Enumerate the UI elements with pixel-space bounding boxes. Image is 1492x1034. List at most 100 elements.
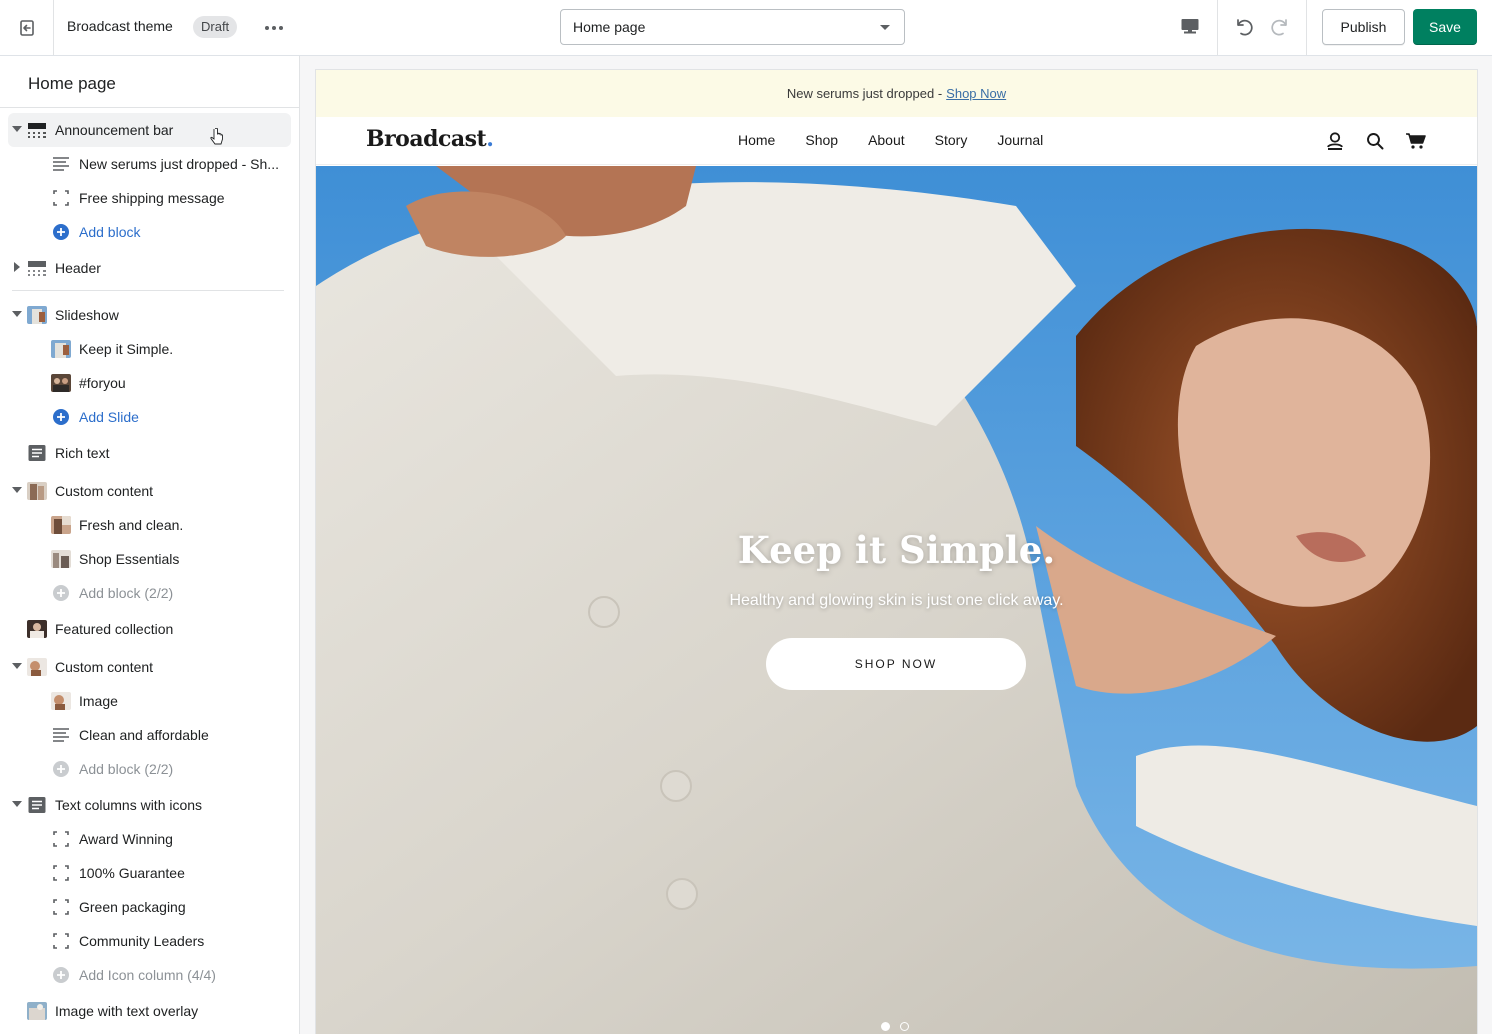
- exit-editor-button[interactable]: [0, 0, 54, 55]
- nav-item-home[interactable]: Home: [738, 132, 775, 148]
- section-label: Rich text: [55, 445, 110, 461]
- page-selector-value: Home page: [573, 19, 646, 35]
- block-label: Award Winning: [79, 831, 173, 847]
- store-logo[interactable]: Broadcast.: [366, 126, 494, 152]
- section-announcement-bar[interactable]: Announcement bar: [8, 113, 291, 147]
- plus-circle-icon: [53, 585, 69, 601]
- add-block-button-disabled: Add block (2/2): [0, 576, 299, 610]
- add-slide-button[interactable]: Add Slide: [0, 400, 299, 434]
- section-slideshow[interactable]: Slideshow: [0, 298, 299, 332]
- text-block-icon: [28, 797, 46, 813]
- block-frame-icon: [53, 190, 69, 206]
- toolbar-divider: [1306, 0, 1307, 55]
- cart-icon: [1406, 133, 1426, 149]
- section-label: Custom content: [55, 659, 154, 675]
- slide-dot-1[interactable]: [881, 1022, 890, 1031]
- block-frame-icon: [53, 865, 69, 881]
- chevron-down-icon[interactable]: [12, 487, 22, 493]
- nav-item-shop[interactable]: Shop: [805, 132, 838, 148]
- text-block-icon: [28, 445, 46, 461]
- status-badge: Draft: [193, 16, 238, 38]
- chevron-right-icon[interactable]: [14, 262, 20, 272]
- section-featured-collection[interactable]: Featured collection: [0, 612, 299, 646]
- main-nav: Home Shop About Story Journal: [738, 132, 1043, 148]
- section-header[interactable]: Header: [0, 251, 299, 285]
- block-item[interactable]: 100% Guarantee: [0, 856, 299, 890]
- block-item[interactable]: Fresh and clean.: [0, 508, 299, 542]
- block-item[interactable]: Image: [0, 684, 299, 718]
- plus-circle-icon: [53, 409, 69, 425]
- section-image-with-text-overlay[interactable]: Image with text overlay: [0, 994, 299, 1028]
- page-selector[interactable]: Home page: [560, 9, 905, 45]
- slide-dot-2[interactable]: [900, 1022, 909, 1031]
- section-custom-content[interactable]: Custom content: [0, 474, 299, 508]
- chevron-down-icon: [880, 25, 890, 30]
- more-actions-button[interactable]: [259, 14, 289, 42]
- block-label: Fresh and clean.: [79, 517, 184, 533]
- add-block-label: Add Icon column (4/4): [79, 967, 216, 983]
- block-label: Shop Essentials: [79, 551, 180, 567]
- nav-item-about[interactable]: About: [868, 132, 905, 148]
- block-label: Community Leaders: [79, 933, 205, 949]
- add-block-label: Add block (2/2): [79, 585, 174, 601]
- block-item[interactable]: Award Winning: [0, 822, 299, 856]
- divider: [0, 107, 299, 108]
- search-icon: [1367, 133, 1384, 150]
- chevron-down-icon[interactable]: [12, 801, 22, 807]
- shop-now-button[interactable]: SHOP NOW: [766, 638, 1026, 690]
- undo-button[interactable]: [1228, 10, 1260, 44]
- add-block-button-disabled: Add Icon column (4/4): [0, 958, 299, 992]
- publish-button[interactable]: Publish: [1322, 9, 1405, 45]
- block-item[interactable]: New serums just dropped - Sh...: [0, 147, 299, 181]
- section-rich-text[interactable]: Rich text: [0, 436, 299, 470]
- text-lines-icon: [53, 157, 69, 171]
- block-label: New serums just dropped - Sh...: [79, 156, 279, 172]
- account-icon: [1327, 132, 1343, 150]
- slide-item[interactable]: #foryou: [0, 366, 299, 400]
- block-item[interactable]: Green packaging: [0, 890, 299, 924]
- slide-thumbnail: [51, 340, 71, 358]
- slide-item[interactable]: Keep it Simple.: [0, 332, 299, 366]
- slide-label: #foryou: [79, 375, 126, 391]
- plus-circle-icon: [53, 224, 69, 240]
- section-label: Image with text overlay: [55, 1003, 199, 1019]
- add-block-button[interactable]: Add block: [0, 215, 299, 249]
- block-item[interactable]: Community Leaders: [0, 924, 299, 958]
- redo-icon: [1271, 19, 1287, 36]
- chevron-down-icon[interactable]: [12, 311, 22, 317]
- block-item[interactable]: Shop Essentials: [0, 542, 299, 576]
- image-overlay-thumbnail: [27, 1002, 47, 1020]
- save-button[interactable]: Save: [1413, 9, 1477, 45]
- block-item[interactable]: Free shipping message: [0, 181, 299, 215]
- block-item[interactable]: Clean and affordable: [0, 718, 299, 752]
- search-button[interactable]: [1365, 131, 1385, 151]
- cart-button[interactable]: [1405, 131, 1427, 151]
- redo-button[interactable]: [1264, 10, 1296, 44]
- nav-item-story[interactable]: Story: [935, 132, 968, 148]
- device-preview-button[interactable]: [1170, 10, 1210, 44]
- featured-collection-thumbnail: [27, 620, 47, 638]
- plus-circle-icon: [53, 761, 69, 777]
- exit-icon: [19, 19, 34, 36]
- custom-content-thumbnail: [27, 658, 47, 676]
- divider: [12, 290, 284, 291]
- nav-item-journal[interactable]: Journal: [997, 132, 1043, 148]
- block-thumbnail: [51, 516, 71, 534]
- add-slide-label: Add Slide: [79, 409, 139, 425]
- more-horizontal-icon: [265, 26, 283, 30]
- announcement-bar[interactable]: New serums just dropped - Shop Now: [316, 70, 1477, 117]
- theme-name: Broadcast theme: [67, 18, 173, 34]
- block-frame-icon: [53, 899, 69, 915]
- announcement-link[interactable]: Shop Now: [946, 86, 1006, 101]
- chevron-down-icon[interactable]: [12, 663, 22, 669]
- section-custom-content[interactable]: Custom content: [0, 650, 299, 684]
- add-block-label: Add block: [79, 224, 141, 240]
- block-frame-icon: [53, 933, 69, 949]
- logo-dot: .: [486, 126, 494, 152]
- section-label: Slideshow: [55, 307, 119, 323]
- chevron-down-icon[interactable]: [12, 126, 22, 132]
- account-button[interactable]: [1325, 131, 1345, 151]
- header-section-icon: [28, 123, 46, 138]
- section-text-columns-with-icons[interactable]: Text columns with icons: [0, 788, 299, 822]
- mouse-pointer-icon: [210, 128, 223, 145]
